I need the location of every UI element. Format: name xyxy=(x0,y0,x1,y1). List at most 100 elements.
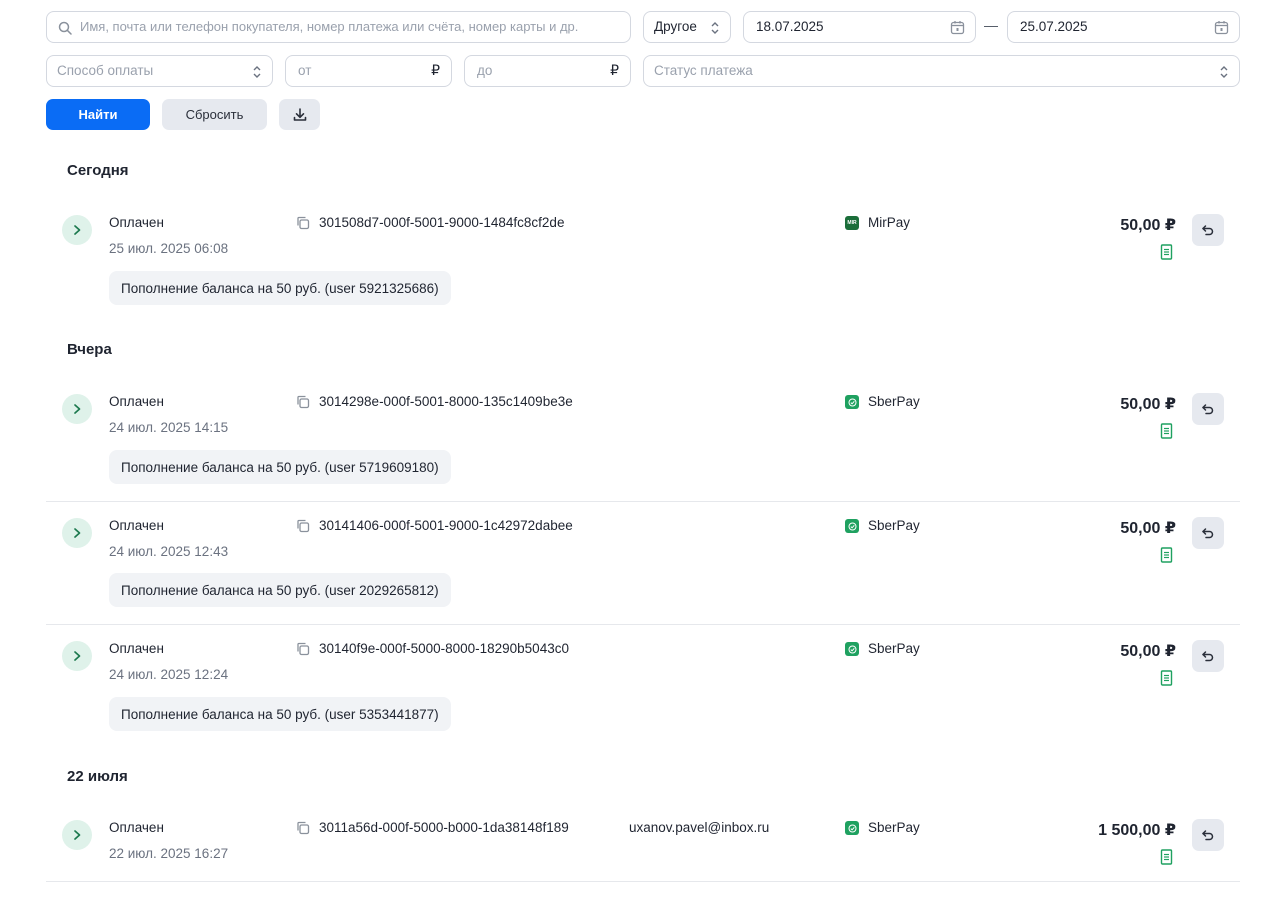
search-placeholder: Имя, почта или телефон покупателя, номер… xyxy=(80,19,579,34)
payment-date: 24 июл. 2025 14:15 xyxy=(109,420,229,435)
payment-status-placeholder: Статус платежа xyxy=(654,63,753,78)
copy-icon[interactable] xyxy=(296,642,310,656)
payment-status: Оплачен xyxy=(109,215,164,230)
chevron-right-icon xyxy=(74,225,81,235)
copy-icon[interactable] xyxy=(296,216,310,230)
payment-date: 22 июл. 2025 16:27 xyxy=(109,846,229,861)
payment-amount: 1 500,00 ₽ xyxy=(1098,822,1176,839)
period-select-value: Другое xyxy=(654,19,697,34)
undo-icon xyxy=(1202,528,1214,539)
group-title: 22 июля xyxy=(67,768,128,785)
payment-row[interactable]: Оплачен 24 июл. 2025 12:43 30141406-000f… xyxy=(46,501,1240,625)
receipt-icon[interactable] xyxy=(1160,244,1173,260)
chevron-right-icon xyxy=(74,528,81,538)
expand-button[interactable] xyxy=(62,641,92,671)
ruble-icon: ₽ xyxy=(431,62,440,78)
payment-row[interactable]: Оплачен 24 июл. 2025 12:24 30140f9e-000f… xyxy=(46,624,1240,739)
expand-button[interactable] xyxy=(62,518,92,548)
receipt-icon[interactable] xyxy=(1160,670,1173,686)
payment-amount: 50,00 ₽ xyxy=(1120,520,1176,537)
payment-row[interactable]: Оплачен 22 июл. 2025 16:27 3011a56d-000f… xyxy=(46,803,1240,882)
calendar-icon[interactable] xyxy=(1214,20,1229,35)
amount-from-input[interactable]: от ₽ xyxy=(285,55,452,87)
download-icon xyxy=(293,107,306,121)
customer-email: uxanov.pavel@inbox.ru xyxy=(629,820,770,835)
payment-method: MirPay xyxy=(868,215,911,230)
copy-icon[interactable] xyxy=(296,519,310,533)
amount-to-placeholder: до xyxy=(477,63,493,78)
chevron-right-icon xyxy=(74,651,81,661)
expand-button[interactable] xyxy=(62,215,92,245)
date-from-value: 18.07.2025 xyxy=(756,19,824,34)
date-to-input[interactable]: 25.07.2025 xyxy=(1007,11,1240,43)
group-title: Вчера xyxy=(67,341,112,358)
payment-status: Оплачен xyxy=(109,641,164,656)
chevron-updown-icon xyxy=(711,22,719,34)
chevron-right-icon xyxy=(74,404,81,414)
payment-description: Пополнение баланса на 50 руб. (user 5921… xyxy=(109,271,451,305)
refund-button[interactable] xyxy=(1192,214,1224,246)
chevron-updown-icon xyxy=(1220,66,1228,78)
mirpay-icon: MIR xyxy=(845,216,859,230)
copy-icon[interactable] xyxy=(296,821,310,835)
expand-button[interactable] xyxy=(62,394,92,424)
payment-date: 24 июл. 2025 12:24 xyxy=(109,667,229,682)
payment-row[interactable]: Оплачен 24 июл. 2025 14:15 3014298e-000f… xyxy=(46,377,1240,502)
refund-button[interactable] xyxy=(1192,640,1224,672)
payment-amount: 50,00 ₽ xyxy=(1120,643,1176,660)
period-select[interactable]: Другое xyxy=(643,11,731,43)
ruble-icon: ₽ xyxy=(610,62,619,78)
search-icon xyxy=(58,21,72,35)
payment-status-select[interactable]: Статус платежа xyxy=(643,55,1240,87)
reset-button[interactable]: Сбросить xyxy=(162,99,267,130)
payment-date: 24 июл. 2025 12:43 xyxy=(109,544,229,559)
undo-icon xyxy=(1202,404,1214,415)
receipt-icon[interactable] xyxy=(1160,547,1173,563)
find-button[interactable]: Найти xyxy=(46,99,150,130)
calendar-icon[interactable] xyxy=(950,20,965,35)
undo-icon xyxy=(1202,225,1214,236)
download-button[interactable] xyxy=(279,99,320,130)
payment-status: Оплачен xyxy=(109,820,164,835)
payment-description: Пополнение баланса на 50 руб. (user 5719… xyxy=(109,450,451,484)
expand-button[interactable] xyxy=(62,820,92,850)
receipt-icon[interactable] xyxy=(1160,423,1173,439)
group-title: Сегодня xyxy=(67,162,129,179)
sberpay-icon xyxy=(845,642,859,656)
payment-description: Пополнение баланса на 50 руб. (user 2029… xyxy=(109,573,451,607)
payment-date: 25 июл. 2025 06:08 xyxy=(109,241,229,256)
payment-method: SberPay xyxy=(868,518,920,533)
payment-amount: 50,00 ₽ xyxy=(1120,217,1176,234)
payment-id[interactable]: 3014298e-000f-5001-8000-135c1409be3e xyxy=(319,394,573,409)
search-input[interactable]: Имя, почта или телефон покупателя, номер… xyxy=(46,11,631,43)
payment-status: Оплачен xyxy=(109,394,164,409)
chevron-updown-icon xyxy=(253,66,261,78)
payment-id[interactable]: 30141406-000f-5001-9000-1c42972dabee xyxy=(319,518,573,533)
payment-row[interactable]: Оплачен 25 июл. 2025 06:08 301508d7-000f… xyxy=(46,198,1240,312)
payment-id[interactable]: 30140f9e-000f-5000-8000-18290b5043c0 xyxy=(319,641,569,656)
payment-description: Пополнение баланса на 50 руб. (user 5353… xyxy=(109,697,451,731)
payment-method: SberPay xyxy=(868,641,920,656)
sberpay-icon xyxy=(845,395,859,409)
sberpay-icon xyxy=(845,519,859,533)
undo-icon xyxy=(1202,830,1214,841)
date-from-input[interactable]: 18.07.2025 xyxy=(743,11,976,43)
sberpay-icon xyxy=(845,821,859,835)
payment-method-select[interactable]: Способ оплаты xyxy=(46,55,273,87)
refund-button[interactable] xyxy=(1192,819,1224,851)
date-to-value: 25.07.2025 xyxy=(1020,19,1088,34)
payment-id[interactable]: 301508d7-000f-5001-9000-1484fc8cf2de xyxy=(319,215,564,230)
receipt-icon[interactable] xyxy=(1160,849,1173,865)
refund-button[interactable] xyxy=(1192,517,1224,549)
chevron-right-icon xyxy=(74,830,81,840)
payment-status: Оплачен xyxy=(109,518,164,533)
copy-icon[interactable] xyxy=(296,395,310,409)
payment-method: SberPay xyxy=(868,820,920,835)
payment-method: SberPay xyxy=(868,394,920,409)
amount-to-input[interactable]: до ₽ xyxy=(464,55,631,87)
payment-id[interactable]: 3011a56d-000f-5000-b000-1da38148f189 xyxy=(319,820,569,835)
refund-button[interactable] xyxy=(1192,393,1224,425)
payment-method-placeholder: Способ оплаты xyxy=(57,63,154,78)
date-separator: — xyxy=(984,17,998,33)
undo-icon xyxy=(1202,651,1214,662)
